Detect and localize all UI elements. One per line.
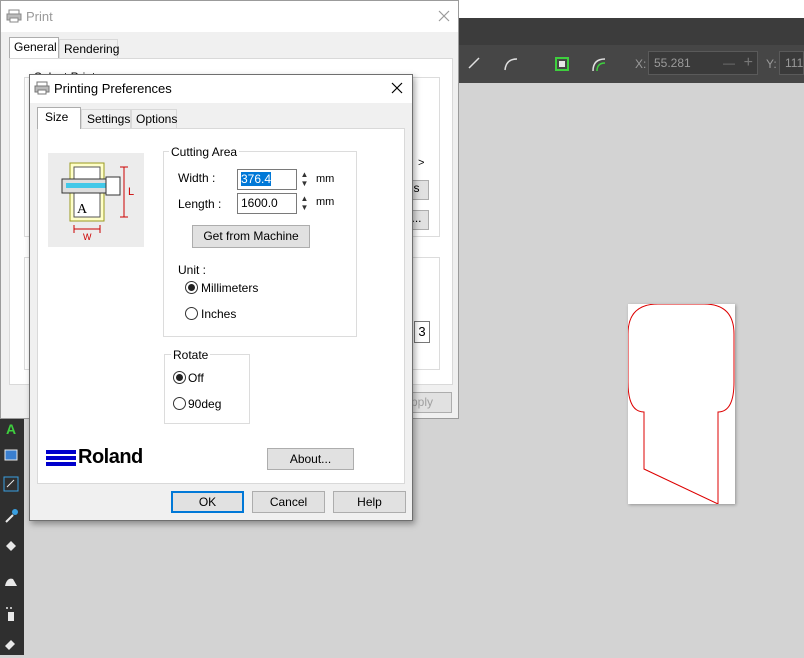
cutting-area-legend: Cutting Area <box>169 145 240 159</box>
inches-radio[interactable] <box>185 307 198 320</box>
transform-tool-icon[interactable] <box>0 476 22 498</box>
cancel-button[interactable]: Cancel <box>252 491 325 513</box>
length-value: 1600.0 <box>241 196 278 210</box>
printer-icon <box>6 9 22 23</box>
x-coord-field[interactable]: 55.281 — + <box>648 51 758 75</box>
rotate-off-label[interactable]: Off <box>188 371 204 385</box>
text-tool-icon[interactable]: A <box>0 418 22 440</box>
unit-label: Unit : <box>178 263 207 277</box>
eyedropper-icon[interactable] <box>0 508 22 530</box>
plus-icon[interactable]: + <box>744 52 753 74</box>
width-input[interactable]: 376.4 <box>237 169 297 190</box>
rotate-legend: Rotate <box>171 348 211 362</box>
rotate-group <box>164 354 250 424</box>
x-coord-label: X: <box>635 57 647 71</box>
help-button[interactable]: Help <box>333 491 406 513</box>
tab-options[interactable]: Options <box>131 109 177 129</box>
y-coord-field[interactable]: 111 <box>779 51 804 75</box>
property-bar: X: 55.281 — + Y: 111 <box>459 45 804 83</box>
node-select-icon[interactable] <box>554 56 570 72</box>
length-input[interactable]: 1600.0 <box>237 193 297 214</box>
rotate-90-label[interactable]: 90deg <box>188 397 221 411</box>
printing-preferences-dialog: Printing Preferences Size Settings Optio… <box>29 74 413 521</box>
width-label: Width : <box>178 171 216 185</box>
close-icon[interactable] <box>391 82 403 94</box>
tab-size[interactable]: Size <box>37 107 81 129</box>
cut-shape-outline[interactable] <box>628 304 735 504</box>
spray-tool-icon[interactable] <box>0 606 22 628</box>
length-unit: mm <box>316 196 335 208</box>
line-tool-icon[interactable] <box>467 56 481 70</box>
x-coord-value: 55.281 <box>654 56 691 70</box>
length-label: Length : <box>178 197 222 211</box>
about-button[interactable]: About... <box>267 448 354 470</box>
offset-path-icon[interactable] <box>590 55 608 73</box>
media-size-diagram: A L W <box>48 153 144 247</box>
tab-general[interactable]: General <box>9 37 59 59</box>
inches-label[interactable]: Inches <box>201 307 236 321</box>
rotate-90-radio[interactable] <box>173 397 186 410</box>
diagram-length-label: L <box>128 186 135 198</box>
length-spinner[interactable]: ▲ ▼ <box>300 194 309 213</box>
fill-tool-icon[interactable] <box>0 538 22 560</box>
rotate-off-radio[interactable] <box>173 371 186 384</box>
diagram-letter-a: A <box>77 202 88 217</box>
page-sheet <box>628 304 735 504</box>
y-coord-value: 111 <box>785 56 804 70</box>
pref-title: Printing Preferences <box>54 81 172 96</box>
drawing-canvas[interactable] <box>412 83 804 655</box>
collate-pages-icon: 3 <box>414 321 430 343</box>
pref-titlebar: Printing Preferences <box>30 75 412 103</box>
print-titlebar: Print <box>1 1 458 32</box>
diagram-width-label: W <box>83 232 92 242</box>
printer-icon <box>34 81 50 95</box>
cutter-diagram-graphic <box>61 162 128 233</box>
tab-settings[interactable]: Settings <box>81 109 131 129</box>
app-toolbar <box>459 18 804 45</box>
tab-rendering[interactable]: Rendering <box>59 39 119 59</box>
width-value: 376.4 <box>241 172 272 186</box>
shape-tool-icon[interactable] <box>0 573 22 595</box>
minus-icon[interactable]: — <box>723 52 735 74</box>
rectangle-tool-icon[interactable] <box>0 446 22 468</box>
roland-logo-mark <box>46 450 76 466</box>
width-spinner[interactable]: ▲ ▼ <box>300 170 309 189</box>
size-tab-panel: A L W Cutting Area Width : 376.4 ▲ ▼ mm L… <box>37 128 405 484</box>
app-top-strip <box>459 0 804 18</box>
curve-tool-icon[interactable] <box>503 56 519 72</box>
close-icon[interactable] <box>438 10 450 22</box>
left-toolbox: A <box>0 418 24 655</box>
print-title: Print <box>26 9 53 24</box>
get-from-machine-button[interactable]: Get from Machine <box>192 225 310 248</box>
y-coord-label: Y: <box>766 57 777 71</box>
roland-logo-text: Roland <box>78 446 143 468</box>
millimeters-radio[interactable] <box>185 281 198 294</box>
ok-button[interactable]: OK <box>171 491 244 513</box>
width-unit: mm <box>316 173 335 185</box>
chevron-right-icon[interactable]: > <box>418 157 424 169</box>
millimeters-label[interactable]: Millimeters <box>201 281 258 295</box>
